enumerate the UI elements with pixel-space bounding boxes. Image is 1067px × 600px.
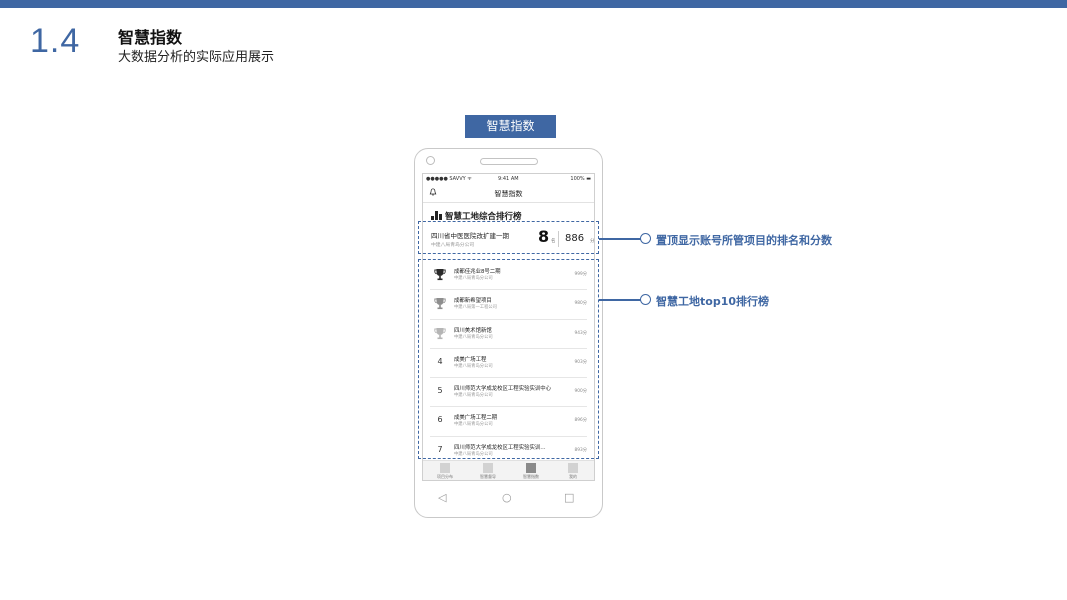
recent-apps-icon[interactable]: □ [564, 491, 574, 504]
section-number: 1.4 [30, 22, 81, 60]
tab-item[interactable]: 智慧督导 [468, 463, 508, 480]
carrier-signal: ●●●●● SAVVY ᯤ [426, 176, 472, 182]
tab-label: 我的 [569, 474, 577, 479]
tab-icon [440, 463, 450, 473]
battery-status: 100% ▬ [570, 176, 591, 182]
home-icon[interactable]: ○ [502, 491, 512, 504]
tab-label: 智慧督导 [480, 474, 496, 479]
screen-tag-label: 智慧指数 [465, 115, 556, 138]
callout-dot-list [640, 294, 651, 305]
status-bar: ●●●●● SAVVY ᯤ 9:41 AM 100% ▬ [423, 174, 594, 184]
callout-dot-top [640, 233, 651, 244]
highlight-box-ranking [418, 259, 599, 459]
highlight-box-my-project [418, 221, 599, 254]
tab-label: 项目分布 [437, 474, 453, 479]
tab-icon [568, 463, 578, 473]
tab-label: 智慧指数 [523, 474, 539, 479]
bottom-tab-bar: 项目分布 智慧督导 智慧指数 我的 [423, 460, 594, 480]
top-accent-bar [0, 0, 1067, 8]
tab-icon [526, 463, 536, 473]
callout-line-list [599, 299, 641, 301]
camera-icon [426, 156, 435, 165]
nav-bar: 智慧指数 [423, 185, 594, 203]
callout-line-top [599, 238, 641, 240]
android-softkeys: ◁ ○ □ [415, 489, 604, 509]
slide-title: 智慧指数 [118, 28, 183, 47]
back-icon[interactable]: ◁ [438, 491, 446, 504]
bar-chart-icon [431, 211, 442, 220]
tab-item[interactable]: 智慧指数 [511, 463, 551, 480]
tab-item[interactable]: 我的 [553, 463, 593, 480]
nav-title: 智慧指数 [494, 190, 523, 198]
tab-item[interactable]: 项目分布 [425, 463, 465, 480]
callout-list-text: 智慧工地top10排行榜 [656, 295, 769, 308]
status-time: 9:41 AM [498, 176, 519, 182]
slide-subtitle: 大数据分析的实际应用展示 [118, 50, 275, 65]
callout-top-text: 置顶显示账号所管项目的排名和分数 [656, 234, 832, 247]
speaker-grille [480, 158, 538, 165]
tab-icon [483, 463, 493, 473]
